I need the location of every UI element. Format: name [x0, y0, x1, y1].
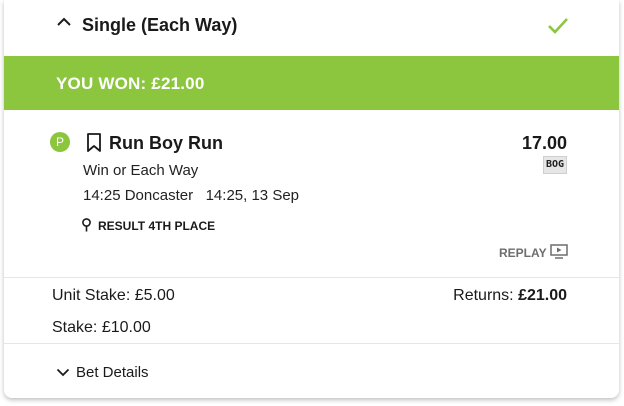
unit-stake: Unit Stake: £5.00	[52, 287, 175, 305]
video-replay-icon[interactable]	[550, 244, 568, 259]
bet-header[interactable]: Single (Each Way)	[4, 0, 619, 56]
unit-stake-value: £5.00	[134, 287, 175, 304]
replay-button[interactable]: REPLAY	[499, 246, 547, 260]
returns-label: Returns:	[453, 287, 514, 304]
section-divider	[4, 277, 619, 278]
bet-card: Single (Each Way) YOU WON: £21.00 P Run …	[4, 0, 619, 398]
checkmark-icon	[548, 18, 568, 34]
event-name: 14:25 Doncaster	[83, 187, 194, 204]
bet-details-label[interactable]: Bet Details	[76, 364, 149, 381]
bet-type-title: Single (Each Way)	[82, 15, 238, 35]
event-info: 14:25 Doncaster 14:25, 13 Sep	[83, 187, 299, 204]
market-name: Win or Each Way	[83, 162, 199, 179]
chevron-down-icon[interactable]	[56, 365, 70, 379]
event-time: 14:25, 13 Sep	[205, 187, 300, 204]
win-amount-text: YOU WON: £21.00	[56, 74, 205, 93]
returns-value: £21.00	[518, 287, 567, 304]
selection-name: Run Boy Run	[109, 133, 223, 153]
placed-status-badge: P	[50, 132, 70, 152]
stake-label: Stake:	[52, 319, 98, 336]
stake-value: £10.00	[101, 319, 151, 336]
win-banner: YOU WON: £21.00	[4, 56, 619, 110]
odds-value: 17.00	[521, 133, 567, 153]
bet-details-toggle[interactable]: Bet Details	[4, 344, 619, 398]
bookmark-icon[interactable]	[86, 133, 102, 153]
total-stake: Stake: £10.00	[52, 319, 151, 337]
location-pin-icon	[82, 218, 91, 232]
returns: Returns: £21.00	[453, 287, 567, 305]
result-text: RESULT 4TH PLACE	[98, 219, 216, 233]
chevron-up-icon[interactable]	[56, 14, 72, 30]
bog-tag: BOG	[543, 156, 567, 174]
unit-stake-label: Unit Stake:	[52, 287, 131, 304]
